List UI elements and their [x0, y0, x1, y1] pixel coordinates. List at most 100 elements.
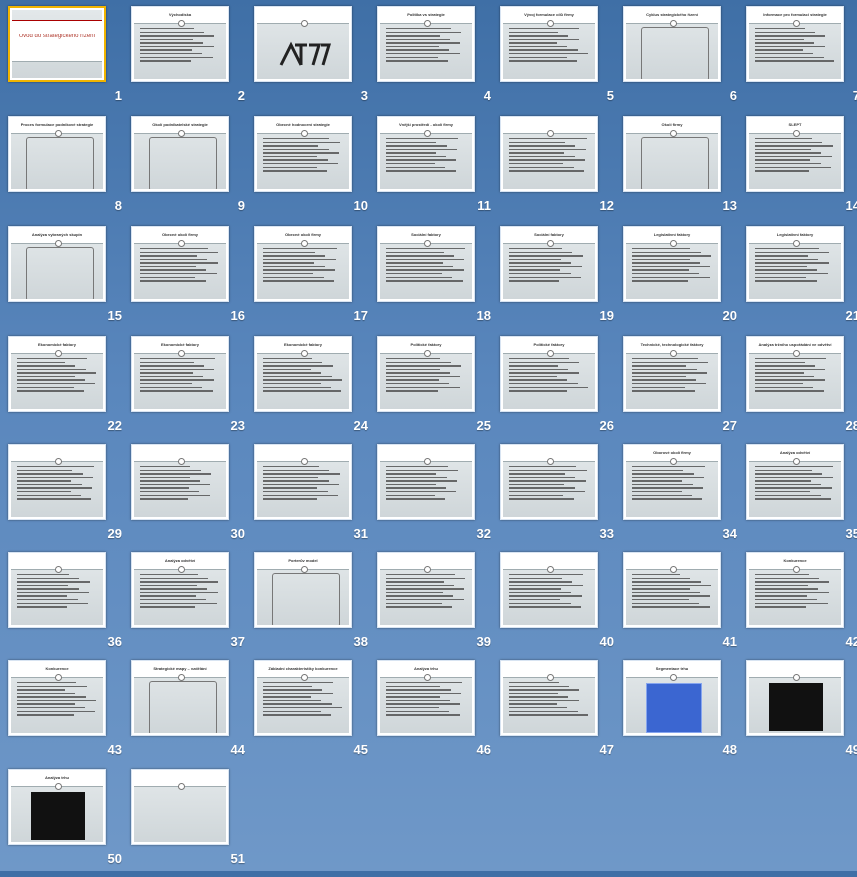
slide-thumbnail[interactable]: Obecné okolí firmy [131, 226, 229, 302]
slide-thumbnail[interactable]: Východiska [131, 6, 229, 82]
slide-thumbnail[interactable]: Obecné hodnocení strategie [254, 116, 352, 192]
slide-thumbnail-cell[interactable]: SLEPT 14 [746, 116, 857, 224]
slide-thumbnail-cell[interactable]: Konkurence 42 [746, 552, 857, 660]
slide-thumbnail-cell[interactable]: Sociální faktory 19 [500, 226, 622, 334]
slide-thumbnail-cell[interactable]: Cyklus strategického řízení 6 [623, 6, 745, 114]
slide-thumbnail[interactable]: Legislativní faktory [746, 226, 844, 302]
slide-thumbnail[interactable] [254, 444, 352, 520]
slide-thumbnail[interactable]: Ekonomické faktory [131, 336, 229, 412]
slide-thumbnail-cell[interactable]: Ekonomické faktory 24 [254, 336, 376, 444]
slide-thumbnail-cell[interactable]: Analýza trhu 46 [377, 660, 499, 768]
slide-thumbnail[interactable]: Konkurence [746, 552, 844, 628]
slide-thumbnail[interactable]: Okolí podnikatelské strategie [131, 116, 229, 192]
slide-thumbnail[interactable] [500, 444, 598, 520]
slide-thumbnail[interactable] [377, 444, 475, 520]
slide-thumbnail[interactable]: Porterův model [254, 552, 352, 628]
slide-thumbnail[interactable] [500, 660, 598, 736]
slide-thumbnail-cell[interactable]: Ekonomické faktory 23 [131, 336, 253, 444]
slide-thumbnail[interactable]: Ekonomické faktory [8, 336, 106, 412]
slide-thumbnail-cell[interactable]: Analýza trhu 50 [8, 769, 130, 877]
slide-thumbnail[interactable]: Analýza tržního uspořádání ve odvětví [746, 336, 844, 412]
slide-thumbnail[interactable]: Analýza trhu [377, 660, 475, 736]
slide-thumbnail-cell[interactable]: Analýza vybraných skupin 15 [8, 226, 130, 334]
slide-thumbnail[interactable]: Politické faktory [500, 336, 598, 412]
slide-thumbnail-cell[interactable]: Obecné okolí firmy 16 [131, 226, 253, 334]
slide-thumbnail[interactable]: Legislativní faktory [623, 226, 721, 302]
slide-thumbnail-cell[interactable]: Vnější prostředí - okolí firmy 11 [377, 116, 499, 224]
slide-thumbnail[interactable]: Základní charakteristiky konkurence [254, 660, 352, 736]
slide-thumbnail[interactable] [8, 444, 106, 520]
slide-thumbnail-cell[interactable]: 39 [377, 552, 499, 660]
slide-thumbnail-cell[interactable]: Analýza odvětví 37 [131, 552, 253, 660]
slide-thumbnail[interactable]: Sociální faktory [377, 226, 475, 302]
slide-thumbnail[interactable]: SLEPT [746, 116, 844, 192]
slide-thumbnail[interactable] [377, 552, 475, 628]
slide-thumbnail-cell[interactable]: 32 [377, 444, 499, 552]
slide-thumbnail[interactable]: Úvod do strategického řízení [8, 6, 106, 82]
slide-thumbnail[interactable] [746, 660, 844, 736]
slide-thumbnail-cell[interactable]: Legislativní faktory 20 [623, 226, 745, 334]
slide-thumbnail[interactable]: Oborové okolí firmy [623, 444, 721, 520]
slide-thumbnail-cell[interactable]: Porterův model 38 [254, 552, 376, 660]
slide-thumbnail-cell[interactable]: Základní charakteristiky konkurence 45 [254, 660, 376, 768]
slide-thumbnail-cell[interactable]: 47 [500, 660, 622, 768]
slide-thumbnail-cell[interactable]: Vývoj formulace cílů firmy 5 [500, 6, 622, 114]
slide-thumbnail-cell[interactable]: Proces formulace podnikové strategie 8 [8, 116, 130, 224]
slide-thumbnail-cell[interactable]: 40 [500, 552, 622, 660]
slide-thumbnail-cell[interactable]: Východiska 2 [131, 6, 253, 114]
slide-thumbnail-cell[interactable]: 36 [8, 552, 130, 660]
slide-thumbnail-cell[interactable]: Technické, technologické faktory 27 [623, 336, 745, 444]
slide-thumbnail-cell[interactable]: Sociální faktory 18 [377, 226, 499, 334]
slide-thumbnail-cell[interactable]: Obecné okolí firmy 17 [254, 226, 376, 334]
slide-thumbnail-cell[interactable]: Segmentace trhu 48 [623, 660, 745, 768]
slide-thumbnail[interactable]: Strategické mapy – vzdělání [131, 660, 229, 736]
slide-thumbnail[interactable] [500, 552, 598, 628]
slide-thumbnail-cell[interactable]: 12 [500, 116, 622, 224]
slide-thumbnail[interactable] [623, 552, 721, 628]
slide-thumbnail-cell[interactable]: Analýza odvětví 35 [746, 444, 857, 552]
slide-thumbnail-cell[interactable]: Úvod do strategického řízení 1 [8, 6, 130, 114]
slide-thumbnail-cell[interactable]: Analýza tržního uspořádání ve odvětví 28 [746, 336, 857, 444]
slide-thumbnail-cell[interactable]: Ekonomické faktory 22 [8, 336, 130, 444]
slide-thumbnail-cell[interactable]: 49 [746, 660, 857, 768]
slide-thumbnail-cell[interactable]: 33 [500, 444, 622, 552]
slide-thumbnail-cell[interactable]: Legislativní faktory 21 [746, 226, 857, 334]
slide-thumbnail-cell[interactable]: Informace pro formulaci strategie 7 [746, 6, 857, 114]
slide-thumbnail[interactable] [254, 6, 352, 82]
slide-thumbnail-cell[interactable]: Konkurence 43 [8, 660, 130, 768]
slide-thumbnail[interactable]: Vývoj formulace cílů firmy [500, 6, 598, 82]
slide-thumbnail[interactable]: Politika vs strategie [377, 6, 475, 82]
slide-thumbnail[interactable]: Politické faktory [377, 336, 475, 412]
slide-thumbnail-cell[interactable]: Politika vs strategie 4 [377, 6, 499, 114]
slide-thumbnail[interactable]: Informace pro formulaci strategie [746, 6, 844, 82]
slide-thumbnail-cell[interactable]: Obecné hodnocení strategie 10 [254, 116, 376, 224]
slide-thumbnail-cell[interactable]: 31 [254, 444, 376, 552]
slide-thumbnail[interactable]: Obecné okolí firmy [254, 226, 352, 302]
slide-thumbnail-cell[interactable]: Oborové okolí firmy 34 [623, 444, 745, 552]
slide-thumbnail-cell[interactable]: 3 [254, 6, 376, 114]
slide-thumbnail[interactable]: Vnější prostředí - okolí firmy [377, 116, 475, 192]
slide-thumbnail[interactable]: Analýza vybraných skupin [8, 226, 106, 302]
slide-thumbnail[interactable]: Okolí firmy [623, 116, 721, 192]
slide-thumbnail[interactable] [8, 552, 106, 628]
slide-thumbnail[interactable] [500, 116, 598, 192]
slide-thumbnail-cell[interactable]: Politické faktory 25 [377, 336, 499, 444]
slide-thumbnail[interactable] [131, 444, 229, 520]
slide-thumbnail-cell[interactable]: Okolí firmy 13 [623, 116, 745, 224]
slide-thumbnail[interactable]: Analýza trhu [8, 769, 106, 845]
slide-thumbnail[interactable] [131, 769, 229, 845]
slide-thumbnail[interactable]: Konkurence [8, 660, 106, 736]
slide-thumbnail[interactable]: Technické, technologické faktory [623, 336, 721, 412]
slide-thumbnail-cell[interactable]: 30 [131, 444, 253, 552]
slide-thumbnail[interactable]: Analýza odvětví [746, 444, 844, 520]
slide-thumbnail-cell[interactable]: 51 [131, 769, 253, 877]
slide-thumbnail[interactable]: Cyklus strategického řízení [623, 6, 721, 82]
slide-thumbnail-cell[interactable]: Politické faktory 26 [500, 336, 622, 444]
slide-thumbnail[interactable]: Sociální faktory [500, 226, 598, 302]
slide-thumbnail[interactable]: Analýza odvětví [131, 552, 229, 628]
slide-thumbnail-cell[interactable]: Strategické mapy – vzdělání 44 [131, 660, 253, 768]
slide-thumbnail[interactable]: Proces formulace podnikové strategie [8, 116, 106, 192]
slide-thumbnail[interactable]: Ekonomické faktory [254, 336, 352, 412]
slide-thumbnail-cell[interactable]: 41 [623, 552, 745, 660]
slide-thumbnail-cell[interactable]: 29 [8, 444, 130, 552]
